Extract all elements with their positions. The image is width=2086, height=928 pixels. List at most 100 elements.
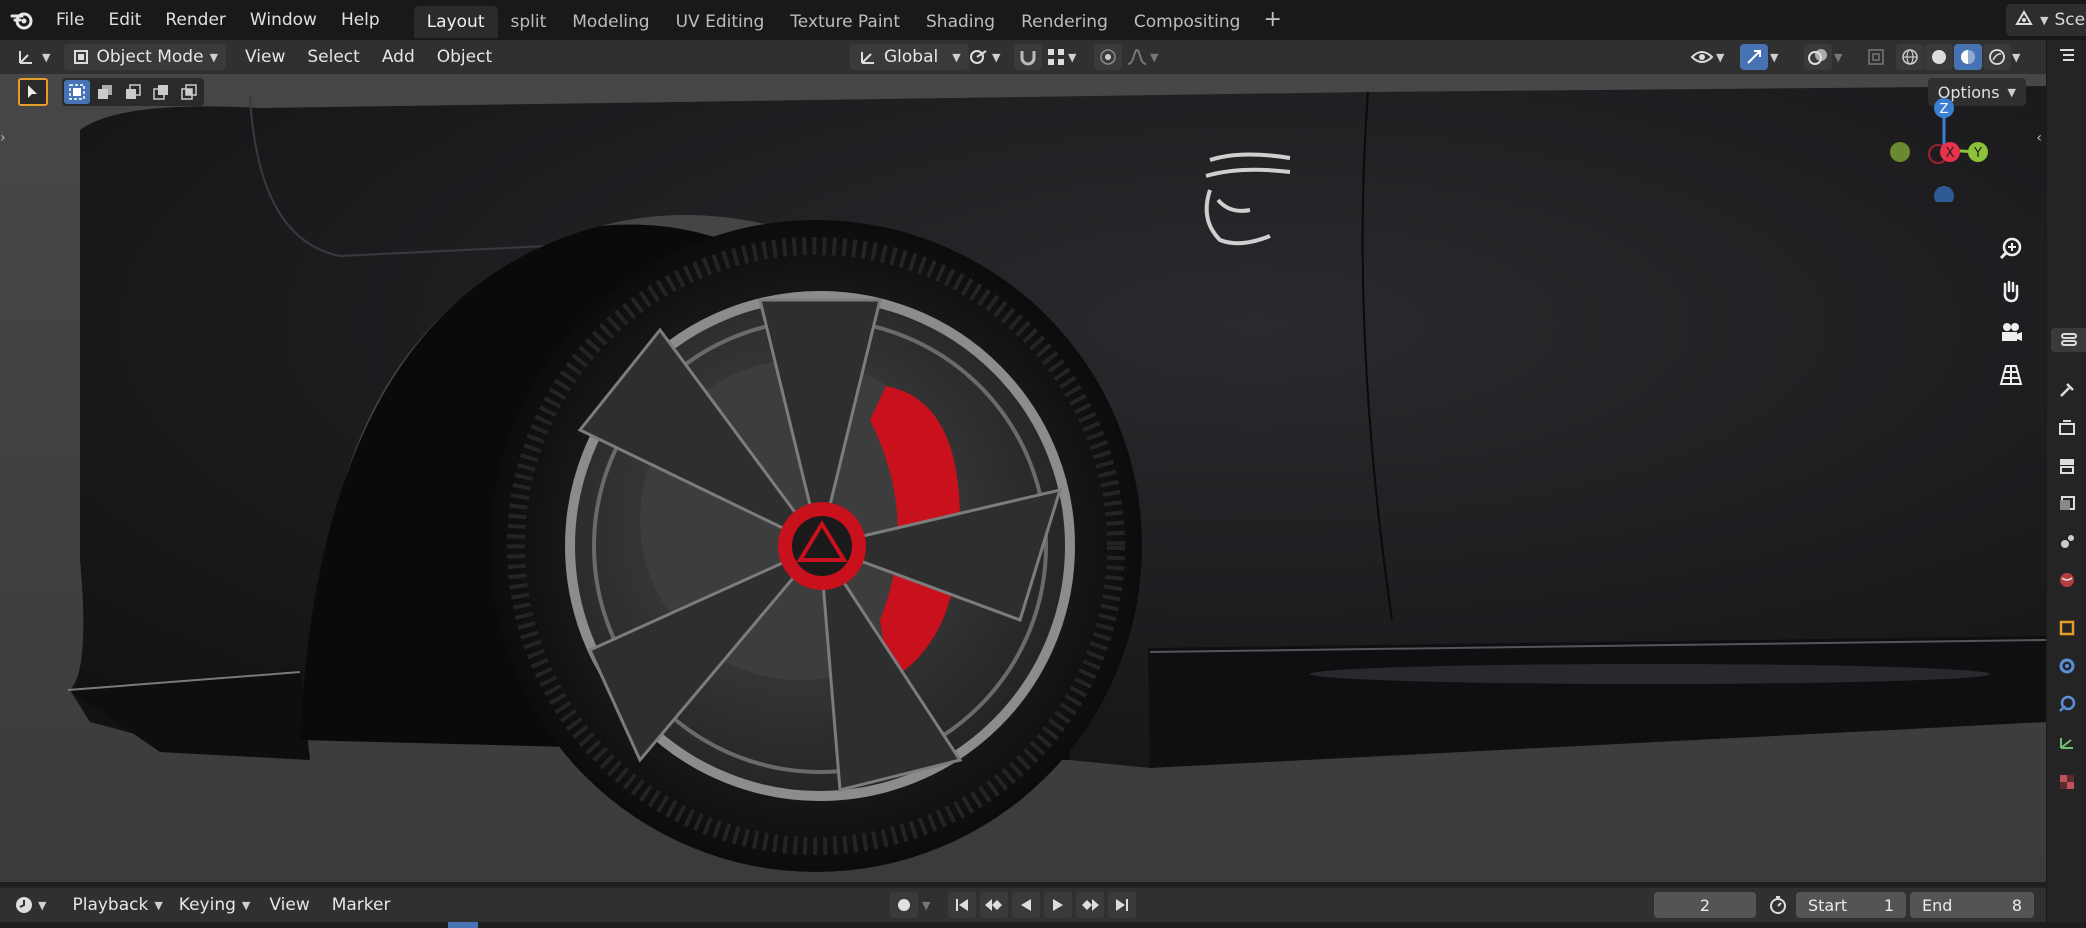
scene-tab-icon[interactable] — [2055, 530, 2079, 554]
tab-split[interactable]: split — [498, 6, 560, 38]
visibility-dropdown[interactable]: ▼ — [1690, 44, 1724, 70]
tab-shading[interactable]: Shading — [913, 6, 1008, 38]
navigation-tools — [1996, 234, 2026, 390]
pivot-point-dropdown[interactable]: ▼ — [968, 44, 1000, 70]
menu-window[interactable]: Window — [238, 0, 329, 40]
play-reverse-button[interactable] — [1012, 892, 1040, 918]
timeline-view-menu[interactable]: View — [258, 892, 320, 918]
play-icon — [1053, 899, 1063, 911]
jump-to-end-button[interactable] — [1108, 892, 1136, 918]
mode-intersect-button[interactable] — [176, 80, 202, 104]
playhead-marker[interactable] — [448, 922, 478, 928]
tab-uv-editing[interactable]: UV Editing — [663, 6, 778, 38]
menu-file[interactable]: File — [44, 0, 96, 40]
object-data-tab-icon[interactable] — [2055, 730, 2079, 754]
world-tab-icon[interactable] — [2055, 568, 2079, 592]
current-frame-field[interactable]: 2 — [1654, 892, 1756, 918]
zoom-button[interactable] — [1996, 234, 2026, 264]
solid-shading-button[interactable] — [1925, 44, 1953, 70]
chevron-down-icon: ▼ — [1770, 50, 1779, 64]
tab-layout[interactable]: Layout — [413, 6, 498, 38]
playback-controls: ▼ — [890, 892, 1136, 918]
transform-orientation-dropdown[interactable]: Global ▼ — [850, 44, 969, 70]
menu-view[interactable]: View — [234, 44, 296, 70]
playback-menu[interactable]: Playback ▼ — [64, 892, 170, 918]
blender-logo-icon[interactable] — [0, 0, 44, 40]
chevron-down-icon: ▼ — [209, 50, 219, 64]
overlays-dropdown[interactable]: ▼ — [1834, 44, 1842, 70]
tab-texture-paint[interactable]: Texture Paint — [777, 6, 913, 38]
tool-settings-tab-icon[interactable] — [2055, 378, 2079, 402]
tab-compositing[interactable]: Compositing — [1121, 6, 1254, 38]
object-tab-icon[interactable] — [2055, 616, 2079, 640]
add-workspace-button[interactable]: + — [1253, 0, 1291, 40]
menu-select[interactable]: Select — [296, 44, 370, 70]
timeline-area[interactable] — [0, 922, 2086, 928]
camera-view-button[interactable] — [1996, 318, 2026, 348]
keying-menu[interactable]: Keying ▼ — [171, 892, 259, 918]
gizmo-x-label: X — [1946, 146, 1955, 161]
mode-extend-button[interactable] — [92, 80, 118, 104]
editor-type-selector[interactable]: ▼ — [10, 44, 56, 70]
xray-icon — [1868, 49, 1884, 65]
jump-to-keyframe-back-button[interactable] — [980, 892, 1008, 918]
material-preview-button[interactable] — [1954, 44, 1982, 70]
properties-editor-icon[interactable] — [2051, 328, 2086, 352]
scene-selector[interactable]: ▼ Sce — [2006, 4, 2086, 36]
menu-object[interactable]: Object — [426, 44, 503, 70]
object-mode-dropdown[interactable]: Object Mode ▼ — [64, 44, 227, 70]
end-frame-field[interactable]: End 8 — [1910, 892, 2034, 918]
gizmo-neg-z-axis[interactable] — [1934, 186, 1954, 202]
menu-render[interactable]: Render — [153, 0, 238, 40]
menu-help[interactable]: Help — [329, 0, 392, 40]
proportional-editing-button[interactable] — [1094, 44, 1122, 70]
select-box-tool[interactable] — [18, 78, 48, 106]
proportional-falloff-dropdown[interactable]: ▼ — [1126, 44, 1158, 70]
output-tab-icon[interactable] — [2055, 454, 2079, 478]
outliner-editor-icon[interactable] — [2055, 44, 2079, 68]
play-button[interactable] — [1044, 892, 1072, 918]
rendered-shading-button[interactable] — [1983, 44, 2011, 70]
texture-tab-icon[interactable] — [2055, 770, 2079, 794]
marker-menu[interactable]: Marker — [321, 892, 402, 918]
chevron-down-icon: ▼ — [922, 898, 931, 912]
preview-range-toggle[interactable] — [1764, 892, 1792, 918]
render-tab-icon[interactable] — [2055, 416, 2079, 440]
physics-tab-icon[interactable] — [2055, 692, 2079, 716]
toolbar-expand-icon[interactable]: › — [0, 130, 6, 146]
mode-set-new-button[interactable] — [64, 80, 90, 104]
tab-rendering[interactable]: Rendering — [1008, 6, 1121, 38]
timeline-editor-type-selector[interactable]: ▼ — [14, 892, 46, 918]
perspective-toggle-button[interactable] — [1996, 360, 2026, 390]
navigation-gizmo[interactable]: Z Y X — [1886, 92, 1996, 202]
snap-target-dropdown[interactable]: ▼ — [1046, 44, 1076, 70]
chevron-down-icon: ▼ — [1068, 50, 1077, 64]
timeline-header: ▼ Playback ▼ Keying ▼ View Marker ▼ 2 St… — [0, 886, 2046, 922]
shading-dropdown[interactable]: ▼ — [2012, 44, 2020, 70]
auto-keying-button[interactable] — [890, 892, 918, 918]
jump-to-keyframe-forward-button[interactable] — [1076, 892, 1104, 918]
chevron-down-icon: ▼ — [2040, 13, 2049, 27]
stopwatch-icon — [1770, 896, 1786, 914]
3d-viewport[interactable]: › ‹ Options ▼ Z Y X — [0, 74, 2046, 882]
view-layer-tab-icon[interactable] — [2055, 492, 2079, 516]
menu-add[interactable]: Add — [371, 44, 426, 70]
mode-invert-button[interactable] — [148, 80, 174, 104]
sidebar-expand-icon[interactable]: ‹ — [2036, 130, 2042, 146]
pan-button[interactable] — [1996, 276, 2026, 306]
tab-modeling[interactable]: Modeling — [559, 6, 662, 38]
gizmo-neg-y-axis[interactable] — [1890, 142, 1910, 162]
keying-set-dropdown[interactable]: ▼ — [922, 892, 938, 918]
gizmo-toggle-button[interactable] — [1740, 44, 1768, 70]
gizmo-z-label: Z — [1940, 102, 1949, 117]
menu-edit[interactable]: Edit — [96, 0, 153, 40]
jump-to-start-button[interactable] — [948, 892, 976, 918]
xray-toggle-button[interactable] — [1862, 44, 1890, 70]
mode-subtract-button[interactable] — [120, 80, 146, 104]
modifiers-tab-icon[interactable] — [2055, 654, 2079, 678]
snap-toggle-button[interactable] — [1014, 44, 1042, 70]
start-frame-field[interactable]: Start 1 — [1796, 892, 1906, 918]
gizmo-dropdown[interactable]: ▼ — [1770, 44, 1778, 70]
overlays-toggle-button[interactable] — [1804, 44, 1832, 70]
wireframe-shading-button[interactable] — [1896, 44, 1924, 70]
